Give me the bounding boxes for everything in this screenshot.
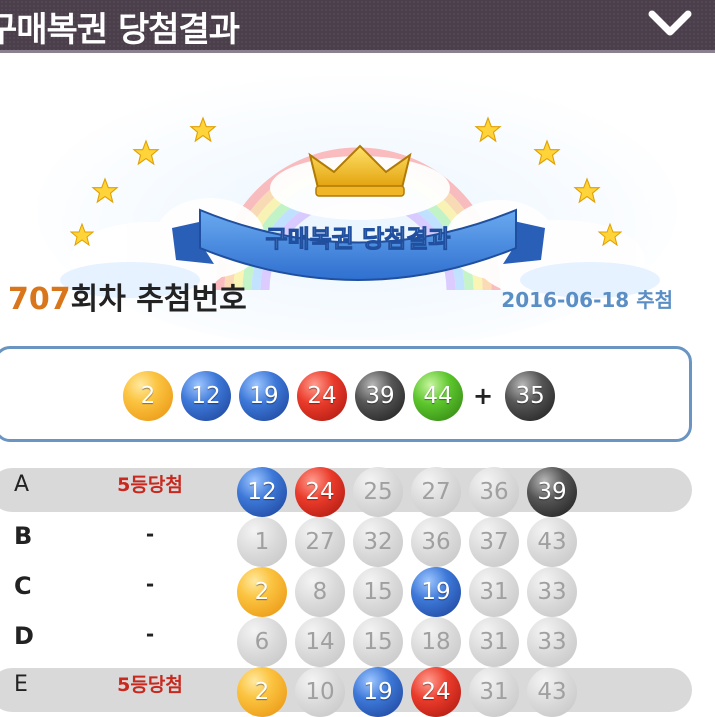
draw-date: 2016-06-18 추첨	[501, 288, 673, 312]
ticket-row-a: A 5등당첨 12 24 25 27 36 39	[0, 464, 715, 517]
ticket-list: A 5등당첨 12 24 25 27 36 39 B -1 27 32 36 37 43 C -2 8 15 19 31…	[0, 464, 715, 717]
ticket-numbers: 1 27 32 36 37 43	[237, 517, 585, 567]
ticket-result: 5등당첨	[117, 474, 183, 496]
page-title: 구매복권 당첨결과	[0, 10, 240, 50]
ticket-label: E	[14, 672, 28, 697]
winning-number-ball: 12	[181, 371, 231, 421]
ticket-result: -	[145, 622, 155, 646]
winning-numbers-box: 2 12 19 24 39 44 +35	[0, 346, 692, 442]
ticket-label: B	[14, 522, 33, 550]
winning-number-ball: 24	[297, 371, 347, 421]
ticket-number-ball: 37	[469, 517, 519, 567]
ticket-number-ball: 43	[527, 517, 577, 567]
ticket-number-ball: 2	[237, 667, 287, 717]
ticket-number-ball: 43	[527, 667, 577, 717]
ticket-numbers: 6 14 15 18 31 33	[237, 617, 585, 667]
ticket-number-ball: 24	[411, 667, 461, 717]
ticket-result: -	[145, 522, 155, 546]
ticket-number-ball: 10	[295, 667, 345, 717]
ticket-numbers: 2 8 15 19 31 33	[237, 567, 585, 617]
draw-number: 707	[8, 282, 71, 317]
ticket-number-ball: 19	[411, 567, 461, 617]
ticket-label: D	[14, 622, 34, 650]
ticket-numbers: 12 24 25 27 36 39	[237, 467, 585, 517]
ticket-number-ball: 15	[353, 617, 403, 667]
winning-number-ball: 2	[123, 371, 173, 421]
bonus-number-ball: 35	[505, 371, 556, 421]
ticket-result: 5등당첨	[117, 674, 183, 696]
draw-title-suffix: 회차 추첨번호	[70, 282, 247, 317]
ticket-number-ball: 18	[411, 617, 461, 667]
draw-title: 707회차 추첨번호	[8, 274, 247, 318]
ticket-row-c: C - 2 8 15 19 31 33	[0, 564, 715, 617]
ticket-number-ball: 19	[353, 667, 403, 717]
ticket-number-ball: 39	[527, 467, 577, 517]
ticket-label: A	[14, 472, 30, 497]
ticket-number-ball: 31	[469, 567, 519, 617]
ticket-number-ball: 27	[295, 517, 345, 567]
ticket-number-ball: 14	[295, 617, 345, 667]
ticket-number-ball: 12	[237, 467, 287, 517]
ticket-row-b: B - 1 27 32 36 37 43	[0, 514, 715, 567]
ticket-number-ball: 1	[237, 517, 287, 567]
ticket-number-ball: 33	[527, 617, 577, 667]
chevron-down-icon[interactable]	[647, 8, 693, 38]
ticket-row-d: D - 6 14 15 18 31 33	[0, 614, 715, 667]
ticket-number-ball: 36	[469, 467, 519, 517]
ticket-result: -	[145, 572, 155, 596]
ticket-number-ball: 32	[353, 517, 403, 567]
ticket-number-ball: 27	[411, 467, 461, 517]
header-bar: 구매복권 당첨결과	[0, 0, 715, 53]
ribbon-text: 구매복권 당첨결과	[266, 225, 451, 253]
ticket-row-e: E 5등당첨 2 10 19 24 31 43	[0, 664, 715, 717]
ticket-number-ball: 2	[237, 567, 287, 617]
winning-number-ball: 44	[413, 371, 463, 421]
ticket-number-ball: 8	[295, 567, 345, 617]
ticket-number-ball: 24	[295, 467, 345, 517]
ticket-number-ball: 31	[469, 617, 519, 667]
ticket-number-ball: 6	[237, 617, 287, 667]
ticket-number-ball: 33	[527, 567, 577, 617]
plus-sign: +	[473, 382, 494, 410]
winning-number-ball: 19	[239, 371, 289, 421]
winning-number-ball: 39	[355, 371, 405, 421]
ticket-number-ball: 25	[353, 467, 403, 517]
ticket-numbers: 2 10 19 24 31 43	[237, 667, 585, 717]
ticket-number-ball: 36	[411, 517, 461, 567]
ticket-number-ball: 31	[469, 667, 519, 717]
ticket-label: C	[14, 572, 32, 600]
ticket-number-ball: 15	[353, 567, 403, 617]
winning-numbers: 2 12 19 24 39 44 +35	[123, 369, 563, 423]
